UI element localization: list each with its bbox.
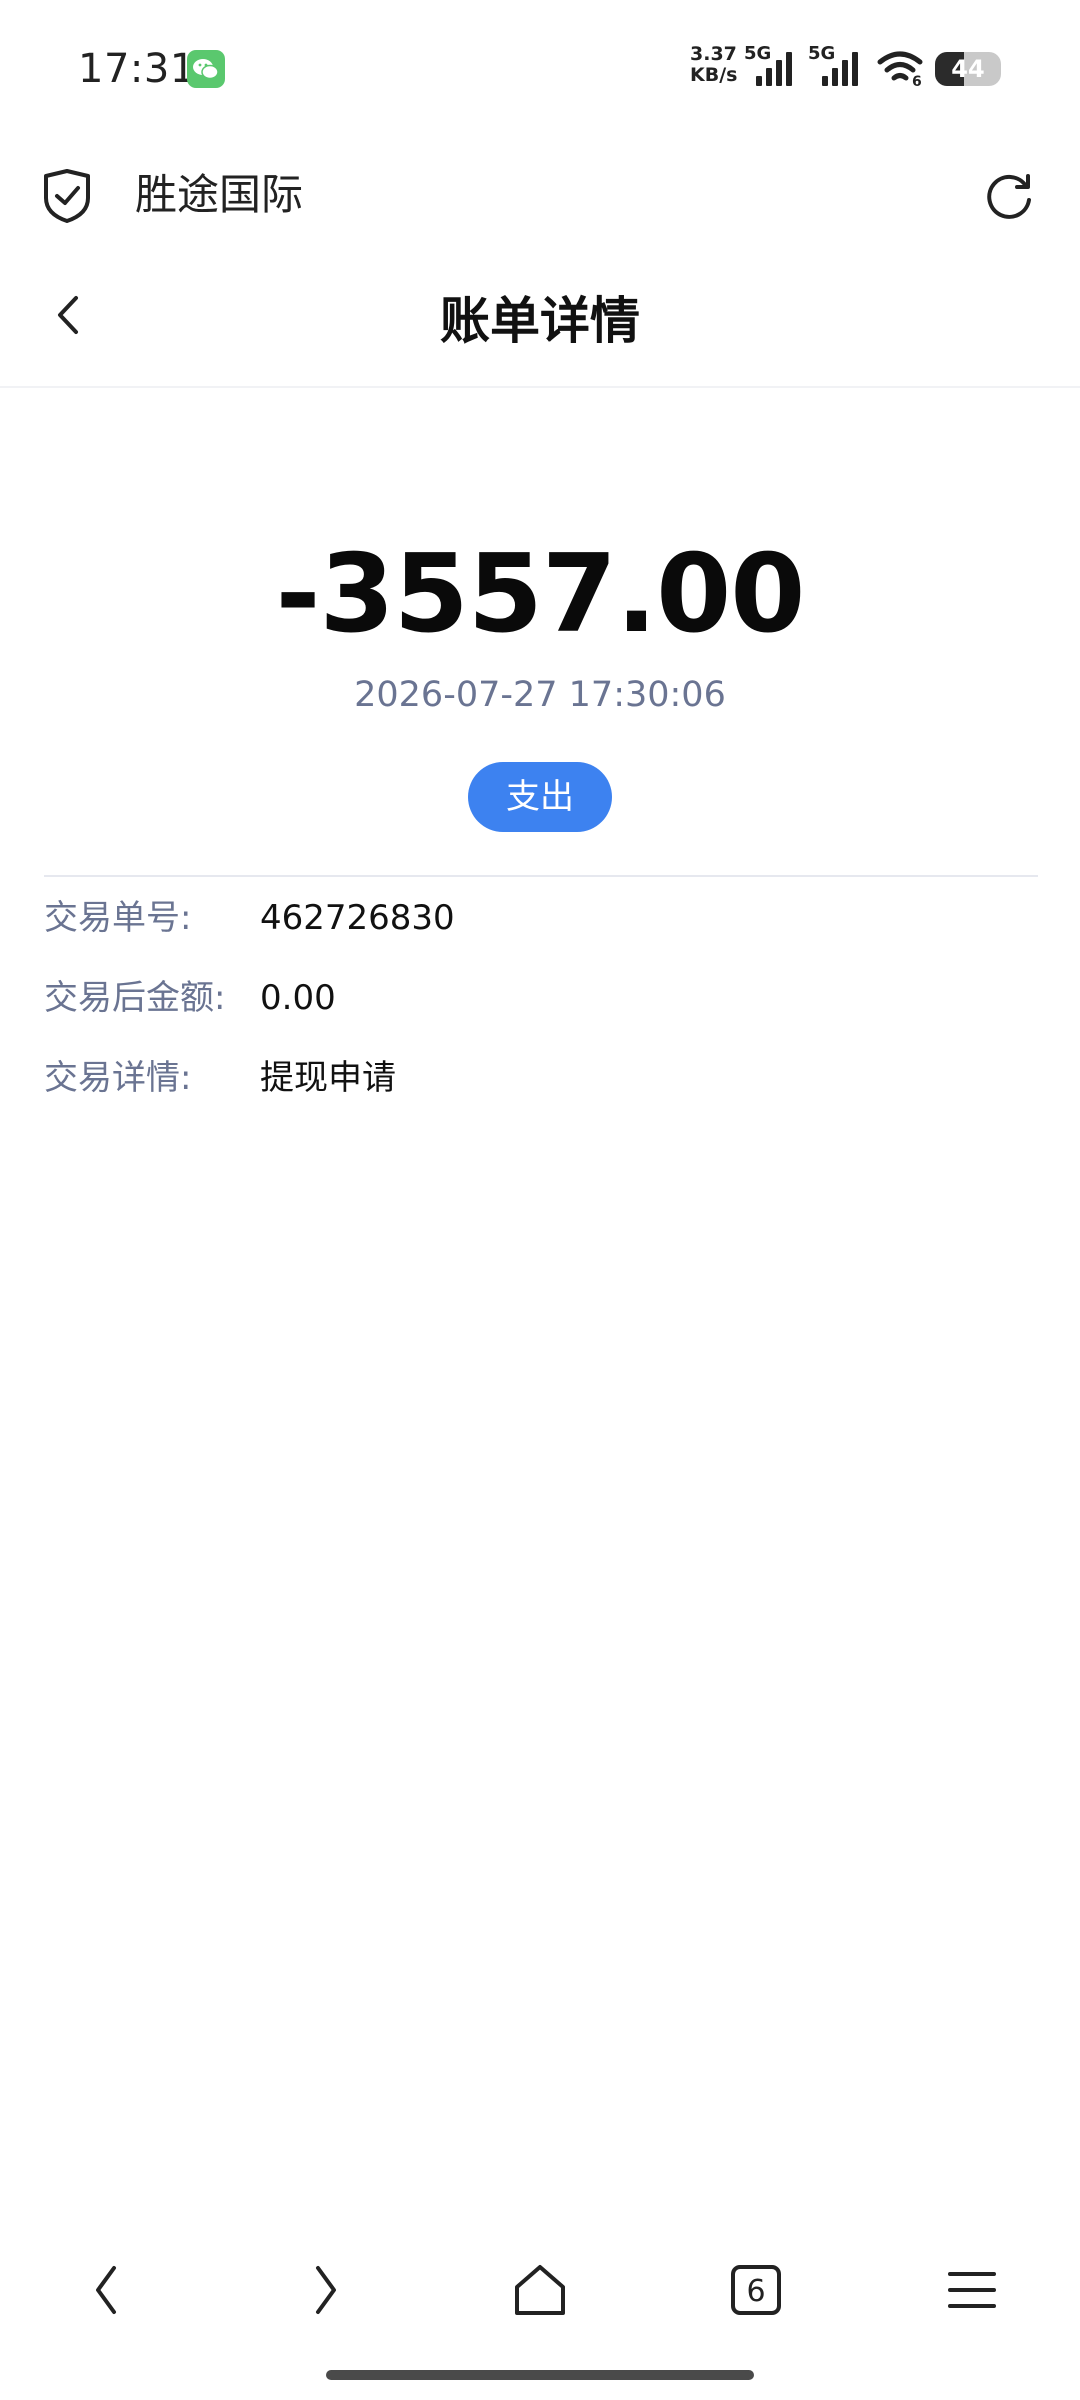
- wechat-icon: [187, 50, 225, 88]
- tabs-count: 6: [746, 2274, 765, 2309]
- detail-label: 交易单号:: [44, 898, 192, 938]
- home-indicator[interactable]: [326, 2370, 754, 2380]
- bill-datetime: 2026-07-27 17:30:06: [354, 675, 726, 715]
- detail-value: 提现申请: [260, 1058, 396, 1098]
- battery-icon: 44: [935, 52, 1001, 86]
- detail-label: 交易详情:: [44, 1058, 192, 1098]
- page-title: 账单详情: [440, 292, 640, 350]
- shield-check-icon[interactable]: [40, 168, 94, 224]
- battery-level: 44: [951, 55, 985, 83]
- signal-icon-2: [822, 52, 858, 86]
- status-bar: 17:31 3.37 KB/s 5G 5G 6 44: [0, 0, 1080, 140]
- network-speed: 3.37 KB/s: [690, 44, 742, 86]
- browser-toolbar: 6: [0, 2240, 1080, 2340]
- site-title: 胜途国际: [135, 170, 304, 219]
- network-speed-unit: KB/s: [690, 64, 738, 86]
- wifi-badge: 6: [912, 74, 922, 88]
- back-arrow-icon[interactable]: [76, 2258, 140, 2322]
- detail-row-balance-after: 交易后金额: 0.00: [44, 972, 1038, 1024]
- page-header: 账单详情: [0, 250, 1080, 388]
- divider: [44, 875, 1038, 877]
- detail-value: 0.00: [260, 978, 336, 1018]
- status-time: 17:31: [78, 46, 196, 92]
- signal-icon: [756, 52, 792, 86]
- detail-label: 交易后金额:: [44, 978, 226, 1018]
- tabs-icon[interactable]: 6: [724, 2258, 788, 2322]
- detail-value: 462726830: [260, 898, 455, 938]
- bill-amount: -3557.00: [275, 532, 806, 657]
- browser-site-bar: 胜途国际: [0, 140, 1080, 250]
- wifi-icon: 6: [877, 51, 923, 88]
- home-icon[interactable]: [508, 2258, 572, 2322]
- bill-type-badge: 支出: [468, 762, 612, 832]
- detail-row-transaction-id: 交易单号: 462726830: [44, 892, 1038, 944]
- menu-icon[interactable]: [940, 2258, 1004, 2322]
- network-speed-value: 3.37: [690, 43, 737, 65]
- refresh-icon[interactable]: [982, 170, 1036, 224]
- forward-arrow-icon[interactable]: [292, 2258, 356, 2322]
- detail-row-transaction-detail: 交易详情: 提现申请: [44, 1052, 1038, 1104]
